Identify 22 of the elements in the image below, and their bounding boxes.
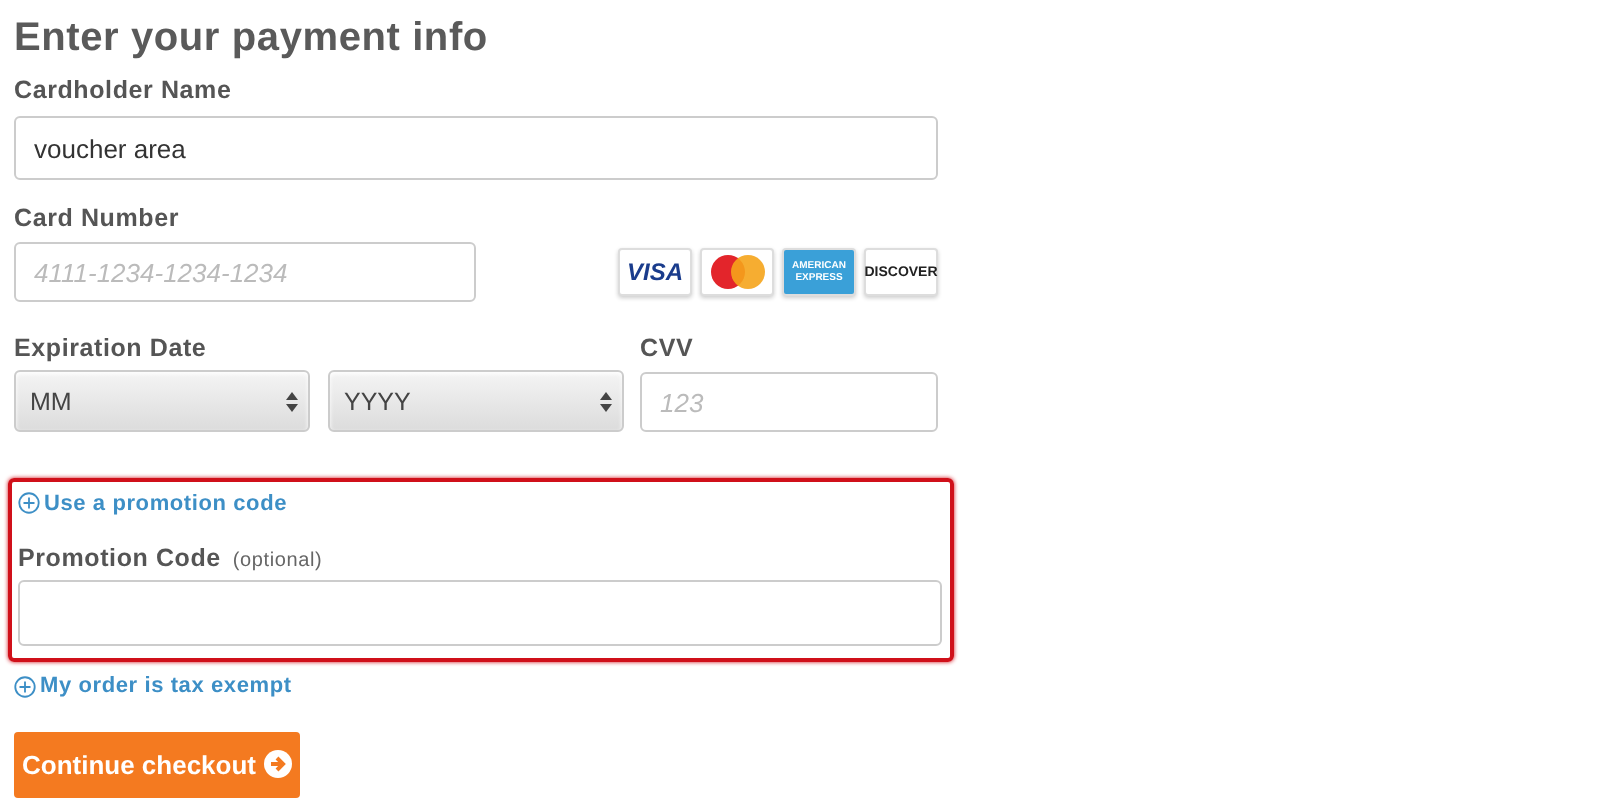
promotion-code-field[interactable]: [18, 580, 942, 646]
select-arrows-icon: [600, 391, 612, 411]
cvv-field[interactable]: 123: [640, 372, 938, 432]
month-select[interactable]: MM: [14, 370, 310, 432]
arrow-circle-icon: [264, 750, 292, 778]
select-arrows-icon: [286, 391, 298, 411]
field-label: Expiration Date: [14, 334, 209, 362]
plus-circle-icon: [18, 492, 40, 514]
tax-exempt-link[interactable]: My order is tax exempt: [14, 674, 292, 698]
optional-note: (optional): [232, 550, 323, 572]
promotion-link[interactable]: Use a promotion code: [18, 491, 288, 515]
field-label: Card Number: [14, 204, 181, 232]
field-label: Cardholder Name: [14, 76, 234, 104]
year-select[interactable]: YYYY: [328, 370, 624, 432]
overlapping-circles-icon: [707, 254, 767, 290]
cardholder-name-field[interactable]: voucher area: [14, 116, 938, 180]
card-logo-text: VISA: [626, 258, 683, 286]
field-label: CVV: [640, 334, 696, 362]
card-number-field[interactable]: 4111-1234-1234-1234: [14, 242, 476, 302]
field-label: Promotion Code: [18, 544, 221, 572]
page-title: Enter your payment info: [14, 16, 490, 62]
plus-circle-icon: [14, 675, 36, 697]
